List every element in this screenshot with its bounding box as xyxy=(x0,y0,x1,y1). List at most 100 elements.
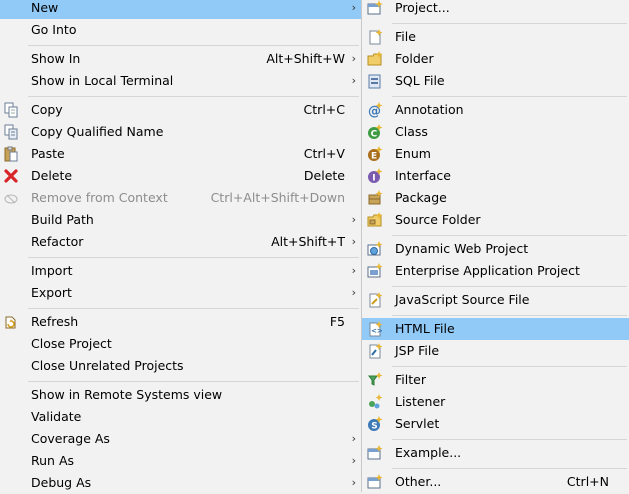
jsp-file-icon xyxy=(367,343,383,359)
menu-item-label: Show In xyxy=(31,51,81,66)
menu-separator xyxy=(392,23,627,24)
submenu-arrow-icon: › xyxy=(351,476,356,489)
menu-item-coverage-as[interactable]: Coverage As › xyxy=(0,428,361,450)
submenu-item-label: Dynamic Web Project xyxy=(395,241,529,256)
javascript-file-icon xyxy=(367,292,383,308)
new-submenu: Project... File Folder SQL File @ Annota… xyxy=(362,0,629,492)
menu-separator xyxy=(392,439,627,440)
folder-icon xyxy=(367,51,383,67)
menu-item-show-in-local-terminal[interactable]: Show in Local Terminal › xyxy=(0,70,361,92)
new-project-icon xyxy=(367,0,383,16)
menu-item-export[interactable]: Export › xyxy=(0,282,361,304)
menu-item-delete[interactable]: Delete Delete xyxy=(0,165,361,187)
submenu-item-annotation[interactable]: @ Annotation xyxy=(362,99,629,121)
menu-item-close-project[interactable]: Close Project xyxy=(0,333,361,355)
menu-item-refresh[interactable]: Refresh F5 xyxy=(0,311,361,333)
submenu-item-interface[interactable]: I Interface xyxy=(362,165,629,187)
delete-icon xyxy=(3,168,19,184)
submenu-item-enum[interactable]: E Enum xyxy=(362,143,629,165)
context-menu: New › Go Into Show In Alt+Shift+W › Show… xyxy=(0,0,362,492)
copy-qualified-icon xyxy=(3,124,19,140)
menu-item-label: Show in Local Terminal xyxy=(31,73,174,88)
submenu-item-package[interactable]: Package xyxy=(362,187,629,209)
listener-icon xyxy=(367,394,383,410)
submenu-item-jsp-file[interactable]: JSP File xyxy=(362,340,629,362)
html-file-icon: <> xyxy=(367,321,383,337)
menu-item-copy-qualified-name[interactable]: Copy Qualified Name xyxy=(0,121,361,143)
menu-item-run-as[interactable]: Run As › xyxy=(0,450,361,472)
submenu-item-servlet[interactable]: S Servlet xyxy=(362,413,629,435)
submenu-arrow-icon: › xyxy=(351,213,356,226)
submenu-item-file[interactable]: File xyxy=(362,26,629,48)
submenu-item-label: Enterprise Application Project xyxy=(395,263,580,278)
submenu-item-html-file[interactable]: <> HTML File xyxy=(362,318,629,340)
menu-separator xyxy=(392,366,627,367)
menu-item-label: Close Unrelated Projects xyxy=(31,358,184,373)
dynamic-web-project-icon xyxy=(367,241,383,257)
submenu-arrow-icon: › xyxy=(351,74,356,87)
menu-item-label: Paste xyxy=(31,146,65,161)
other-icon xyxy=(367,474,383,490)
submenu-item-javascript-source-file[interactable]: JavaScript Source File xyxy=(362,289,629,311)
menu-item-label: Coverage As xyxy=(31,431,110,446)
enum-icon: E xyxy=(367,146,383,162)
submenu-item-enterprise-application-project[interactable]: Enterprise Application Project xyxy=(362,260,629,282)
submenu-item-project[interactable]: Project... xyxy=(362,0,629,19)
menu-item-label: Debug As xyxy=(31,475,92,490)
sql-file-icon xyxy=(367,73,383,89)
menu-separator xyxy=(392,286,627,287)
submenu-arrow-icon: › xyxy=(351,454,356,467)
svg-text:S: S xyxy=(371,422,377,432)
submenu-item-source-folder[interactable]: Source Folder xyxy=(362,209,629,231)
submenu-item-filter[interactable]: Filter xyxy=(362,369,629,391)
menu-item-refactor[interactable]: Refactor Alt+Shift+T › xyxy=(0,231,361,253)
menu-item-shortcut: Delete xyxy=(303,168,345,183)
menu-item-close-unrelated-projects[interactable]: Close Unrelated Projects xyxy=(0,355,361,377)
menu-item-show-in-remote-systems[interactable]: Show in Remote Systems view xyxy=(0,384,361,406)
submenu-item-other[interactable]: Other... Ctrl+N xyxy=(362,471,629,493)
menu-item-validate[interactable]: Validate xyxy=(0,406,361,428)
filter-icon xyxy=(367,372,383,388)
submenu-arrow-icon: › xyxy=(351,52,356,65)
menu-item-label: Export xyxy=(31,285,72,300)
remove-context-icon xyxy=(3,190,19,206)
menu-item-copy[interactable]: Copy Ctrl+C xyxy=(0,99,361,121)
submenu-item-folder[interactable]: Folder xyxy=(362,48,629,70)
menu-item-label: Go Into xyxy=(31,22,77,37)
menu-item-show-in[interactable]: Show In Alt+Shift+W › xyxy=(0,48,361,70)
menu-item-label: Show in Remote Systems view xyxy=(31,387,223,402)
class-icon: C xyxy=(367,124,383,140)
menu-item-label: Refresh xyxy=(31,314,79,329)
paste-icon xyxy=(3,146,19,162)
submenu-arrow-icon: › xyxy=(351,235,356,248)
submenu-item-label: Annotation xyxy=(395,102,464,117)
menu-item-shortcut: Alt+Shift+W xyxy=(266,51,345,66)
menu-separator xyxy=(392,235,627,236)
menu-item-label: Copy xyxy=(31,102,63,117)
menu-item-shortcut: Ctrl+Alt+Shift+Down xyxy=(210,190,345,205)
menu-item-import[interactable]: Import › xyxy=(0,260,361,282)
menu-item-remove-from-context: Remove from Context Ctrl+Alt+Shift+Down xyxy=(0,187,361,209)
submenu-item-listener[interactable]: Listener xyxy=(362,391,629,413)
menu-item-shortcut: F5 xyxy=(329,314,345,329)
menu-item-go-into[interactable]: Go Into xyxy=(0,19,361,41)
svg-text:E: E xyxy=(371,152,377,162)
svg-text:C: C xyxy=(371,130,378,140)
menu-item-label: Refactor xyxy=(31,234,84,249)
menu-item-label: Copy Qualified Name xyxy=(31,124,164,139)
submenu-item-example[interactable]: Example... xyxy=(362,442,629,464)
submenu-item-label: Interface xyxy=(395,168,451,183)
menu-item-build-path[interactable]: Build Path › xyxy=(0,209,361,231)
submenu-item-dynamic-web-project[interactable]: Dynamic Web Project xyxy=(362,238,629,260)
menu-separator xyxy=(28,381,359,382)
servlet-icon: S xyxy=(367,416,383,432)
menu-item-debug-as[interactable]: Debug As › xyxy=(0,472,361,494)
submenu-item-sql-file[interactable]: SQL File xyxy=(362,70,629,92)
submenu-item-label: Enum xyxy=(395,146,431,161)
file-icon xyxy=(367,29,383,45)
submenu-arrow-icon: › xyxy=(351,1,356,14)
submenu-item-label: Filter xyxy=(395,372,426,387)
menu-item-paste[interactable]: Paste Ctrl+V xyxy=(0,143,361,165)
submenu-item-class[interactable]: C Class xyxy=(362,121,629,143)
menu-item-new[interactable]: New › xyxy=(0,0,361,19)
